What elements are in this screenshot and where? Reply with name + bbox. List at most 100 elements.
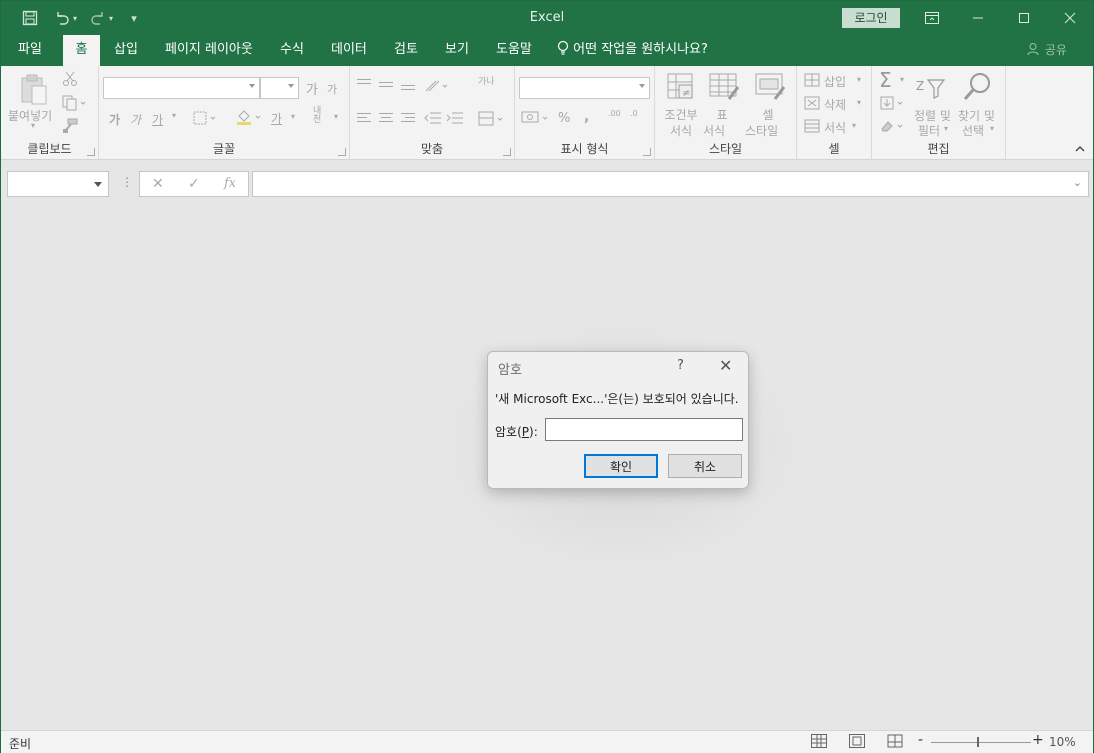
align-bottom-icon[interactable] — [401, 85, 415, 97]
paste-dropdown-icon[interactable]: ▾ — [31, 121, 35, 130]
zoom-level[interactable]: 10% — [1049, 735, 1076, 749]
paste-icon[interactable] — [19, 74, 49, 109]
enter-entry-icon[interactable]: ✓ — [188, 176, 200, 192]
orientation-icon[interactable] — [424, 78, 450, 97]
number-launcher-icon[interactable] — [643, 148, 651, 156]
underline-button[interactable]: 가 — [152, 111, 163, 128]
expand-formula-bar-icon[interactable]: ⌄ — [1073, 176, 1082, 189]
tab-review[interactable]: 검토 — [394, 35, 418, 66]
font-launcher-icon[interactable] — [338, 148, 346, 156]
delete-dropdown-icon[interactable]: ▾ — [857, 98, 861, 107]
login-button[interactable]: 로그인 — [842, 8, 900, 28]
maximize-icon[interactable] — [1001, 1, 1047, 35]
conditional-format-label-2[interactable]: 서식 — [661, 122, 701, 139]
ok-button[interactable]: 확인 — [584, 454, 658, 478]
percent-style-button[interactable]: % — [558, 111, 570, 126]
format-dropdown-icon[interactable]: ▾ — [852, 121, 856, 130]
fill-icon[interactable] — [880, 96, 906, 113]
conditional-format-icon[interactable]: ≠ — [667, 73, 695, 104]
delete-cells-icon[interactable] — [804, 96, 822, 113]
tab-view[interactable]: 보기 — [445, 35, 469, 66]
fill-color-icon[interactable] — [236, 109, 264, 128]
underline-dropdown-icon[interactable]: ▾ — [172, 111, 176, 120]
zoom-in-button[interactable]: + — [1032, 732, 1044, 748]
tab-help[interactable]: 도움말 — [496, 35, 532, 66]
tab-page-layout[interactable]: 페이지 레이아웃 — [165, 35, 253, 66]
comma-style-button[interactable]: , — [584, 109, 589, 125]
sort-filter-dropdown-icon[interactable]: ▾ — [944, 124, 948, 133]
zoom-slider[interactable] — [931, 742, 1031, 743]
shrink-font-button[interactable]: 가 — [327, 81, 337, 97]
align-right-icon[interactable] — [401, 113, 415, 125]
sort-filter-label-2[interactable]: 필터 — [918, 122, 940, 139]
alignment-launcher-icon[interactable] — [503, 148, 511, 156]
ribbon-display-icon[interactable] — [909, 1, 955, 35]
increase-decimal-button[interactable]: .00 — [608, 109, 621, 118]
bold-button[interactable]: 가 — [109, 111, 120, 128]
autosum-icon[interactable]: Σ — [879, 68, 892, 92]
find-select-dropdown-icon[interactable]: ▾ — [990, 124, 994, 133]
collapse-ribbon-icon[interactable] — [1075, 142, 1085, 155]
format-cells-icon[interactable] — [804, 119, 822, 136]
tab-formulas[interactable]: 수식 — [280, 35, 304, 66]
font-size-combo[interactable] — [260, 77, 299, 99]
help-button[interactable]: ? — [677, 358, 684, 373]
format-as-table-label[interactable]: 표 — [707, 106, 737, 123]
tell-me-box[interactable]: 어떤 작업을 원하시나요? — [557, 35, 708, 66]
minimize-icon[interactable] — [955, 1, 1001, 35]
find-select-label-2[interactable]: 선택 — [962, 122, 984, 139]
increase-indent-icon[interactable] — [446, 111, 464, 128]
page-layout-view-icon[interactable] — [849, 734, 865, 748]
zoom-out-button[interactable]: - — [918, 732, 923, 748]
font-color-dropdown-icon[interactable]: ▾ — [291, 112, 295, 121]
wrap-text-button[interactable]: 가나 — [478, 78, 496, 87]
insert-cells-label[interactable]: 삽입 — [824, 73, 846, 90]
number-format-combo[interactable] — [519, 77, 650, 99]
normal-view-icon[interactable] — [811, 734, 827, 748]
conditional-format-label[interactable]: 조건부 — [661, 106, 701, 123]
cell-styles-label-2[interactable]: 스타일 — [745, 122, 795, 139]
tab-data[interactable]: 데이터 — [331, 35, 367, 66]
decrease-indent-icon[interactable] — [424, 111, 442, 128]
cell-styles-label[interactable]: 셀 — [753, 106, 783, 123]
cell-styles-icon[interactable] — [755, 73, 786, 104]
tab-file[interactable]: 파일 — [18, 35, 42, 66]
dialog-close-button[interactable]: ✕ — [719, 356, 732, 375]
formula-input[interactable]: ⌄ — [252, 171, 1089, 197]
merge-center-icon[interactable] — [478, 111, 506, 130]
find-select-icon[interactable] — [963, 72, 993, 105]
insert-function-icon[interactable]: fx — [224, 176, 236, 191]
phonetic-dropdown-icon[interactable]: ▾ — [334, 112, 338, 121]
cancel-button[interactable]: 취소 — [668, 454, 742, 478]
align-center-icon[interactable] — [379, 113, 393, 125]
name-box[interactable] — [7, 171, 109, 197]
grow-font-button[interactable]: 가 — [306, 79, 318, 98]
password-field[interactable] — [545, 418, 743, 441]
sort-filter-icon[interactable]: Z — [916, 76, 946, 103]
font-name-combo[interactable] — [103, 77, 260, 99]
format-painter-icon[interactable] — [62, 118, 78, 137]
copy-icon[interactable] — [62, 95, 86, 114]
insert-cells-icon[interactable] — [804, 73, 822, 90]
format-as-table-label-2[interactable]: 서식 — [703, 122, 743, 139]
format-cells-label[interactable]: 서식 — [824, 119, 846, 136]
italic-button[interactable]: 가 — [130, 111, 141, 128]
accounting-format-icon[interactable] — [521, 110, 551, 129]
page-break-view-icon[interactable] — [887, 734, 903, 748]
align-top-icon[interactable] — [357, 79, 371, 91]
zoom-slider-thumb[interactable] — [977, 737, 979, 747]
align-middle-icon[interactable] — [379, 82, 393, 94]
autosum-dropdown-icon[interactable]: ▾ — [900, 75, 904, 84]
border-icon[interactable] — [193, 111, 219, 128]
clipboard-launcher-icon[interactable] — [87, 148, 95, 156]
font-color-button[interactable]: 가 — [271, 110, 282, 127]
cut-icon[interactable] — [62, 71, 78, 90]
share-button[interactable]: 공유 — [1027, 35, 1067, 66]
phonetic-button[interactable]: 내천 — [313, 107, 329, 125]
align-left-icon[interactable] — [357, 113, 371, 125]
decrease-decimal-button[interactable]: .0 — [630, 109, 638, 118]
clear-icon[interactable] — [880, 119, 906, 136]
tab-home[interactable]: 홈 — [63, 35, 100, 66]
delete-cells-label[interactable]: 삭제 — [824, 96, 846, 113]
close-icon[interactable] — [1047, 1, 1093, 35]
